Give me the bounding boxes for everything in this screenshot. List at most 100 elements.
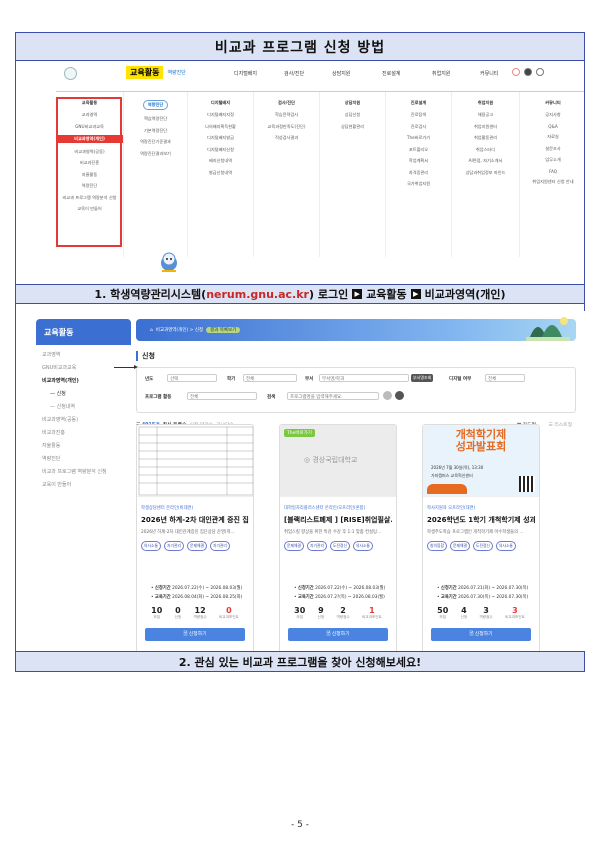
menu-link[interactable]: FAQ: [520, 169, 586, 174]
poster-place: 가좌캠퍼스 교육혁신센터: [431, 473, 473, 478]
breadcrumb-pill[interactable]: 결과 목록보기: [206, 327, 241, 333]
nav-sub-diag[interactable]: 역량진단: [167, 69, 185, 76]
menu-link[interactable]: 설문조사: [520, 146, 586, 152]
menu-link[interactable]: 핵심역량진단: [124, 116, 187, 122]
sidebar-subitem[interactable]: — 신청내역: [42, 403, 125, 410]
nav-highlight-edu[interactable]: 교육활동: [126, 66, 164, 79]
card-thumbnail: [137, 425, 253, 497]
menu-link[interactable]: 발급신청내역: [188, 170, 253, 176]
home-icon[interactable]: ⌂: [150, 328, 153, 333]
instruction-frame: 비교과 프로그램 신청 방법 교육활동 역량진단 디지털배지 검사/진단 상담지…: [15, 32, 586, 672]
sidebar-item[interactable]: 비교과 프로그램 역량분석 신청: [42, 468, 125, 475]
menu-link[interactable]: 상담신청: [320, 112, 385, 118]
sidebar-item[interactable]: 교육이 만들어: [42, 481, 125, 488]
menu-link[interactable]: 채용공고: [452, 112, 519, 118]
dept-search-button[interactable]: 부서명조회: [411, 374, 434, 382]
card-tag: 자기관리: [209, 541, 230, 551]
menu-link[interactable]: 공지사항: [520, 112, 586, 118]
menu-link[interactable]: 역량진단기준결과: [124, 139, 187, 145]
menu-link[interactable]: 취업활동관리: [452, 135, 519, 141]
nav-item-career[interactable]: 진로설계: [382, 70, 400, 77]
menu-link[interactable]: The바로가기: [386, 135, 451, 141]
menu-link[interactable]: 상담과취업정보 마인드: [452, 170, 519, 176]
sidebar-item[interactable]: 비교과진흥: [42, 429, 125, 436]
menu-link[interactable]: 디지털배지지정: [188, 112, 253, 118]
apply-button[interactable]: 🗎 신청하기: [145, 628, 245, 641]
apply-button[interactable]: 🗎 신청하기: [288, 628, 388, 641]
gnu-logo: [64, 67, 77, 80]
globe-icon[interactable]: [512, 68, 520, 76]
edu-period: • 교육기간 2026.07.30(목) ~ 2026.07.30(목): [437, 595, 529, 600]
menu-link[interactable]: 역량진단결과보기: [124, 151, 187, 157]
menu-col-head: 검사/진단: [278, 100, 295, 105]
card-tag: 자기관리: [306, 541, 327, 551]
program-select[interactable]: 전체: [187, 392, 257, 400]
year-select[interactable]: 선택: [167, 374, 217, 382]
menu-col-counsel: 상담지원 상담신청 상담현황관리: [320, 92, 386, 257]
sidebar-subitem-apply[interactable]: — 신청: [42, 390, 125, 397]
step2-bar: 2. 관심 있는 비교과 프로그램을 찾아 신청해보세요!: [16, 651, 584, 671]
sidebar-item[interactable]: 역량진단: [42, 455, 125, 462]
menu-link[interactable]: 디지털배지발급: [188, 135, 253, 141]
menu-col-test: 검사/진단 학습전략검사 교육과정만족도(진단) 적성검사결과: [254, 92, 320, 257]
sidebar-item-active[interactable]: 비교과영역(개인): [42, 377, 125, 384]
nav-item-job[interactable]: 취업지원: [432, 70, 450, 77]
menu-link[interactable]: 기본역량진단: [124, 128, 187, 134]
nav-item-community[interactable]: 커뮤니티: [480, 70, 498, 77]
menu-link[interactable]: 나의배지획득현황: [188, 124, 253, 130]
menu-link[interactable]: AI면접, 자기소개서: [452, 158, 519, 164]
digital-select[interactable]: 전체: [485, 374, 525, 382]
menu-link[interactable]: 배지신청내역: [188, 158, 253, 164]
menu-link[interactable]: 학업계획서: [386, 158, 451, 164]
moon-icon[interactable]: [524, 68, 532, 76]
lock-icon[interactable]: [536, 68, 544, 76]
program-card[interactable]: 학생상담센터 온라인(비대면) 2026년 하계-2차 대인관계 증진 집...…: [136, 424, 254, 654]
menu-link[interactable]: 포트폴리오: [386, 147, 451, 153]
menu-link[interactable]: 업무소개: [520, 157, 586, 163]
card-title[interactable]: 2026년 하계-2차 대인관계 증진 집...: [141, 515, 249, 525]
menu-link[interactable]: 국가취업지원: [386, 181, 451, 187]
menu-link[interactable]: 적성검사결과: [254, 135, 319, 141]
program-card[interactable]: 개척학기제 성과발표회 2026년 7월 30일(목), 13:30 가좌캠퍼스 …: [422, 424, 540, 654]
search-icon[interactable]: [395, 391, 404, 400]
program-card[interactable]: The바로가기 ◎ 경상국립대학교 대학일자리플러스센터 온라인/오프라인(혼합…: [279, 424, 397, 654]
filter-label: 프로그램 활동: [145, 395, 172, 400]
menu-link[interactable]: 교육과정만족도(진단): [254, 124, 319, 130]
menu-link[interactable]: 학습전략검사: [254, 112, 319, 118]
menu-link[interactable]: 자격증관리: [386, 170, 451, 176]
poster-date: 2026년 7월 30일(목), 13:30: [431, 465, 484, 470]
card-title[interactable]: 2026학년도 1학기 개척학기제 성과...: [427, 515, 535, 525]
stat-points: 3 비교과포인트: [504, 606, 525, 619]
menu-col-community: 커뮤니티 공지사항 Q&A 자료실 설문조사 업무소개 FAQ 취업지원센터 신…: [520, 92, 586, 257]
nav-item-test[interactable]: 검사/진단: [284, 70, 304, 77]
menu-link[interactable]: 취업지원센터: [452, 124, 519, 130]
menu-link[interactable]: 진로탐색: [386, 112, 451, 118]
menu-link[interactable]: 취업스터디: [452, 147, 519, 153]
sidebar-item[interactable]: 교과영역: [42, 351, 125, 358]
menu-link[interactable]: 진로검사: [386, 124, 451, 130]
card-thumbnail: 개척학기제 성과발표회 2026년 7월 30일(목), 13:30 가좌캠퍼스 …: [423, 425, 539, 497]
edu-period: • 교육기간 2026.08.04(화) ~ 2026.08.25(화): [151, 595, 243, 600]
menu-link[interactable]: 자료실: [520, 134, 586, 140]
dept-input[interactable]: 부서명/학과: [319, 374, 409, 382]
card-desc: 취업스킬 향상을 위한 특강 수강 후 1:1 맞춤 컨설팅...: [284, 530, 382, 535]
menu-link[interactable]: Q&A: [520, 124, 586, 129]
sidebar-item[interactable]: GNU비교과교육: [42, 364, 125, 371]
apply-button[interactable]: 🗎 신청하기: [431, 628, 531, 641]
view-list-toggle[interactable]: ☰ 리스트형: [549, 421, 572, 428]
card-tag: 의사소통: [141, 541, 161, 551]
nav-item-badge[interactable]: 디지털배지: [234, 70, 257, 77]
semester-select[interactable]: 전체: [243, 374, 297, 382]
search-input[interactable]: 프로그램명을 입력해주세요.: [287, 392, 379, 400]
card-title[interactable]: [블랙리스트폐제 ] [RISE]취업필살...: [284, 515, 392, 525]
sidebar-item[interactable]: 비교과영역(공동): [42, 416, 125, 423]
sidebar-item[interactable]: 자율활동: [42, 442, 125, 449]
menu-link[interactable]: 디지털배지신청: [188, 147, 253, 153]
reset-icon[interactable]: [383, 391, 392, 400]
stat-recruit: 50 모집: [437, 606, 449, 619]
card-org: 대학일자리플러스센터 온라인/오프라인(혼합): [284, 506, 366, 511]
menu-link[interactable]: 취업지원센터 신청 안내: [520, 179, 586, 185]
nav-item-counsel[interactable]: 상담지원: [332, 70, 350, 77]
stat-applied: 4 신청: [460, 606, 468, 619]
menu-link[interactable]: 상담현황관리: [320, 124, 385, 130]
